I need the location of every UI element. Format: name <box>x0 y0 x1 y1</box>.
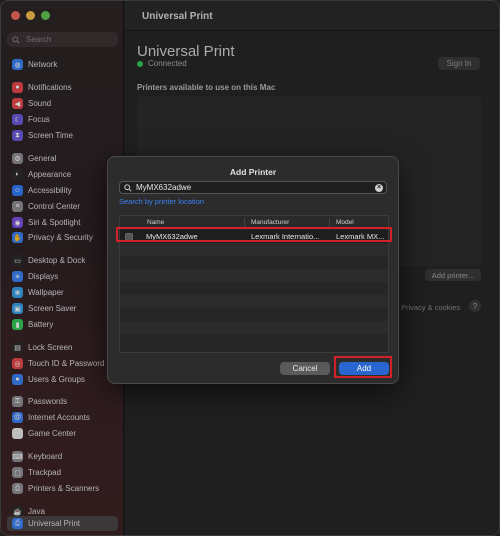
empty-row <box>120 282 388 295</box>
highlight-add-button <box>334 356 392 378</box>
column-header-name[interactable]: Name <box>147 219 164 226</box>
dialog-title: Add Printer <box>229 167 277 177</box>
column-divider <box>244 218 245 227</box>
empty-row <box>120 334 388 347</box>
search-by-location-link[interactable]: Search by printer location <box>119 197 204 206</box>
empty-row <box>120 256 388 269</box>
column-header-manufacturer[interactable]: Manufacturer <box>251 219 289 226</box>
system-settings-window: Search ◍ Network ● Notifications ◀ Sound ☾ Focu… <box>0 0 500 536</box>
add-printer-dialog: Add Printer MyMX632adwe × Search by prin… <box>107 156 399 384</box>
empty-row <box>120 269 388 282</box>
printer-search-input[interactable]: MyMX632adwe × <box>119 181 387 194</box>
empty-row <box>120 243 388 256</box>
printer-search-value: MyMX632adwe <box>136 183 192 192</box>
search-icon <box>124 183 132 192</box>
column-divider <box>329 218 330 227</box>
empty-row <box>120 295 388 308</box>
clear-search-icon[interactable]: × <box>375 184 383 192</box>
column-header-model[interactable]: Model <box>336 219 354 226</box>
empty-row <box>120 308 388 321</box>
cancel-button[interactable]: Cancel <box>280 362 330 375</box>
highlight-printer-row <box>116 227 392 242</box>
empty-row <box>120 321 388 334</box>
